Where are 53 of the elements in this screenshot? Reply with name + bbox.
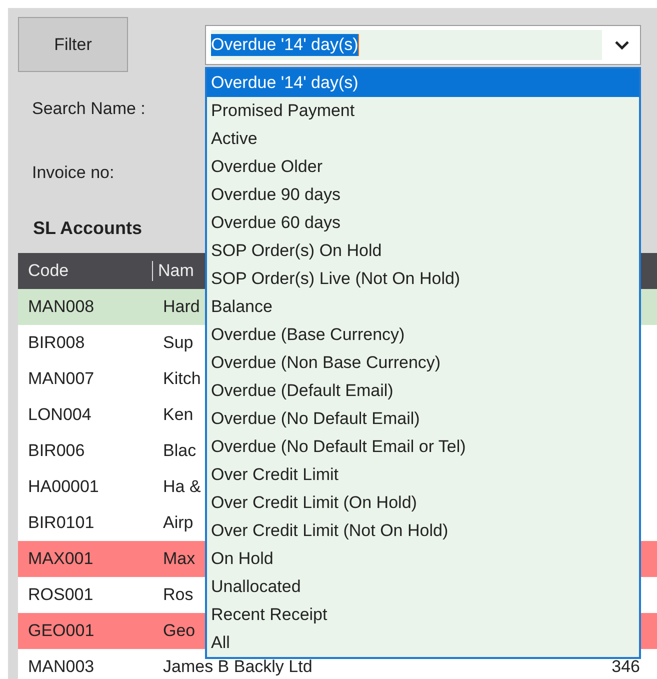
table-cell: Sup (163, 333, 194, 352)
dropdown-option[interactable]: Over Credit Limit (207, 461, 639, 489)
dropdown-option[interactable]: Overdue 60 days (207, 209, 639, 237)
invoice-no-label: Invoice no: (32, 163, 114, 183)
table-cell: BIR006 (28, 441, 85, 460)
section-title: SL Accounts (33, 218, 142, 239)
dropdown-option[interactable]: Active (207, 125, 639, 153)
table-cell: MAN003 (28, 657, 94, 676)
search-name-label: Search Name : (32, 99, 146, 119)
table-cell: ROS001 (28, 585, 94, 604)
selected-value: Overdue '14' day(s) (211, 34, 360, 56)
table-cell: Max (163, 549, 196, 568)
dropdown-option[interactable]: Overdue Older (207, 153, 639, 181)
dropdown-option[interactable]: Recent Receipt (207, 601, 639, 629)
table-cell: Hard (163, 297, 200, 316)
table-cell: Kitch (163, 369, 201, 388)
dropdown-option[interactable]: Overdue '14' day(s) (207, 69, 639, 97)
table-cell: Blac (163, 441, 196, 460)
table-cell: MAN007 (28, 369, 94, 388)
table-cell: GEO001 (28, 621, 94, 640)
table-cell: LON004 (28, 405, 92, 424)
table-cell: Geo (163, 621, 196, 640)
table-cell: BIR008 (28, 333, 85, 352)
dropdown-option[interactable]: Balance (207, 293, 639, 321)
dropdown-option[interactable]: Over Credit Limit (Not On Hold) (207, 517, 639, 545)
dropdown-option[interactable]: Overdue (Base Currency) (207, 321, 639, 349)
table-cell: MAX001 (28, 549, 94, 568)
dropdown-option[interactable]: Overdue (No Default Email or Tel) (207, 433, 639, 461)
dropdown-option[interactable]: SOP Order(s) Live (Not On Hold) (207, 265, 639, 293)
table-cell: Airp (163, 513, 194, 532)
dropdown-option[interactable]: SOP Order(s) On Hold (207, 237, 639, 265)
dropdown-option[interactable]: Overdue (Non Base Currency) (207, 349, 639, 377)
table-cell: BIR0101 (28, 513, 94, 532)
column-header[interactable]: Code (18, 261, 152, 281)
dropdown-option[interactable]: Overdue 90 days (207, 181, 639, 209)
dropdown-option[interactable]: Promised Payment (207, 97, 639, 125)
filter-button[interactable]: Filter (18, 17, 128, 72)
dropdown-option[interactable]: Unallocated (207, 573, 639, 601)
table-cell: MAN008 (28, 297, 94, 316)
table-cell: 346 (612, 657, 640, 676)
table-cell: Ha & (163, 477, 201, 496)
column-header[interactable]: Nam (152, 261, 194, 281)
dropdown-option[interactable]: All (207, 629, 639, 657)
table-cell: HA00001 (28, 477, 99, 496)
dropdown-option[interactable]: Overdue (Default Email) (207, 377, 639, 405)
dropdown-option[interactable]: Overdue (No Default Email) (207, 405, 639, 433)
table-cell: Ken (163, 405, 194, 424)
table-cell: James B Backly Ltd (163, 657, 312, 676)
dropdown-option[interactable]: Over Credit Limit (On Hold) (207, 489, 639, 517)
dropdown-option[interactable]: On Hold (207, 545, 639, 573)
table-cell: Ros (163, 585, 194, 604)
filter-dropdown[interactable]: Overdue '14' day(s) (205, 25, 641, 65)
chevron-down-icon[interactable] (614, 40, 630, 50)
